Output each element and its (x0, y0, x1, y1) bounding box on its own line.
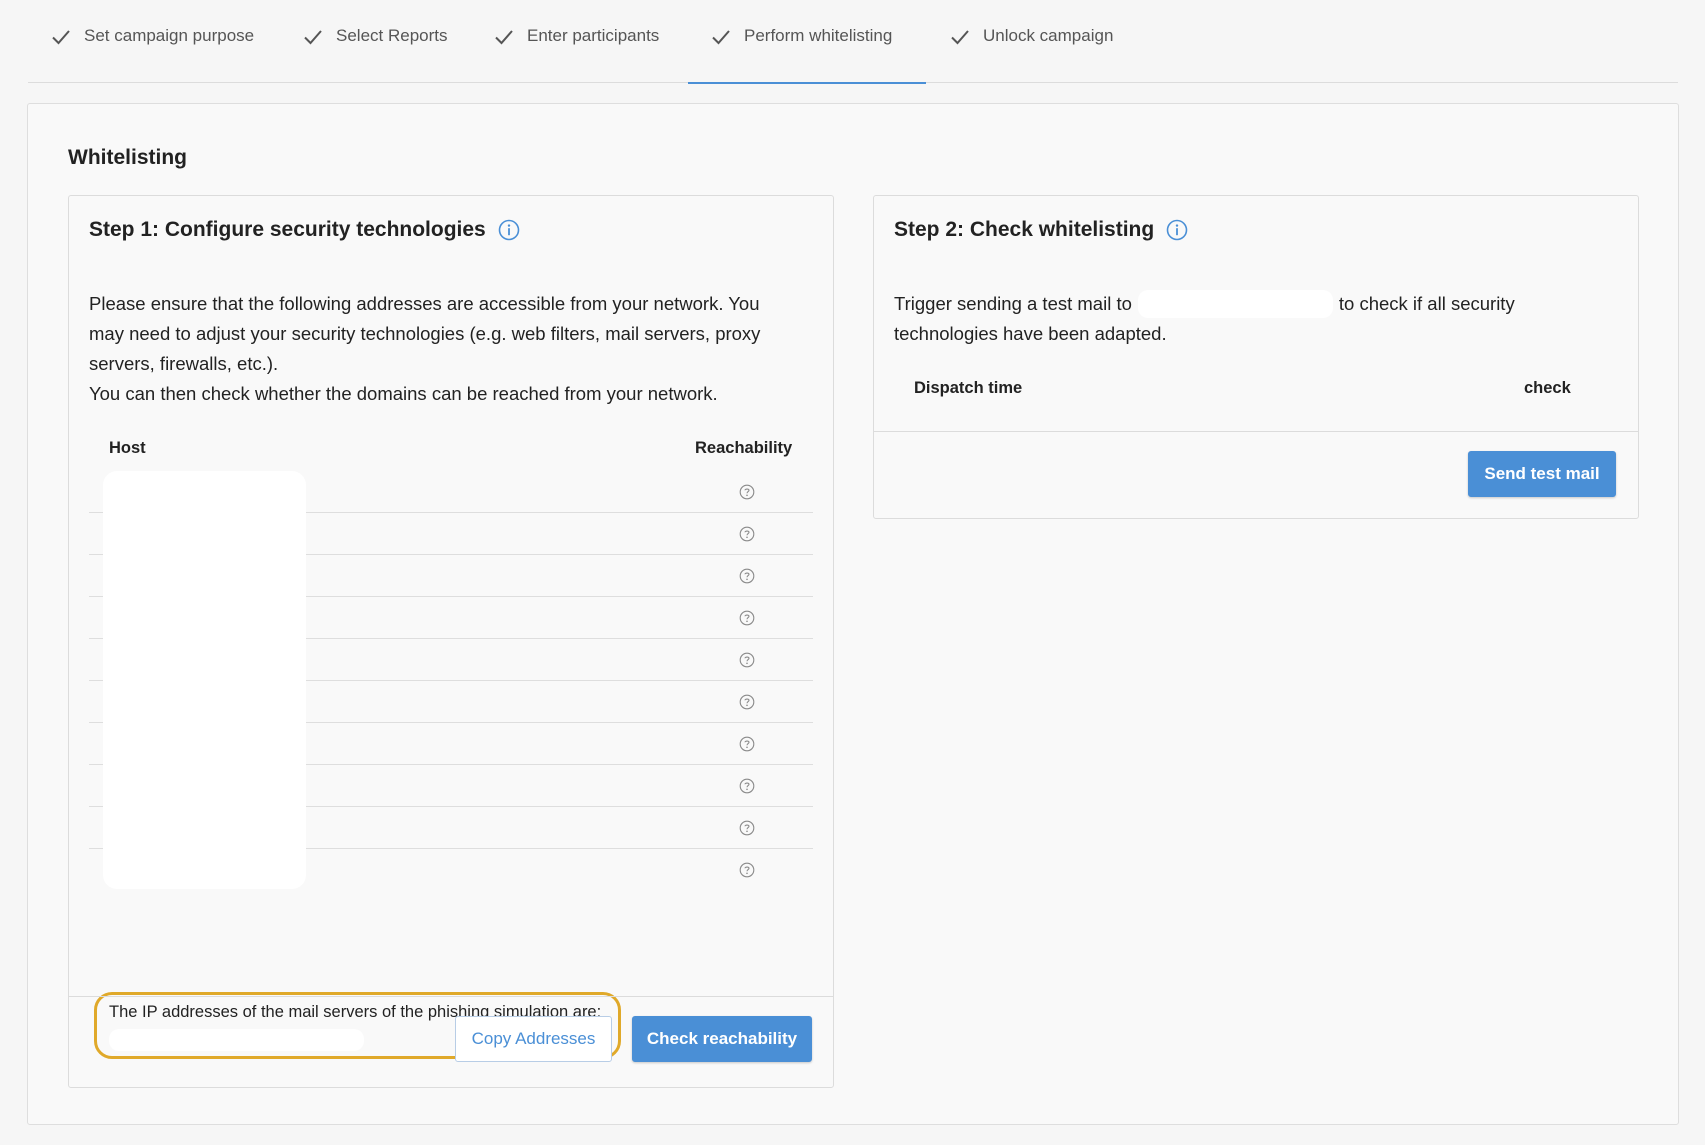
question-circle-icon (739, 778, 755, 794)
description-line: may need to adjust your security technol… (89, 323, 761, 344)
stepper: Set campaign purpose Select Reports Ente… (28, 0, 1678, 84)
checkmark-icon (951, 30, 969, 45)
redacted-ip-addresses (109, 1029, 364, 1051)
question-circle-icon (739, 568, 755, 584)
checkmark-icon (52, 30, 70, 45)
dispatch-time-column-header: Dispatch time (914, 379, 1023, 397)
reachability-column-header: Reachability (695, 439, 793, 457)
question-circle-icon (739, 862, 755, 878)
redacted-email-address (1137, 290, 1333, 318)
step1-title: Step 1: Configure security technologies (89, 218, 520, 242)
step-enter-participants[interactable]: Enter participants (493, 0, 659, 83)
step2-card: Step 2: Check whitelisting Trigger sendi… (873, 195, 1639, 519)
host-column-header: Host (109, 439, 146, 457)
question-circle-icon (739, 736, 755, 752)
whitelisting-panel: Whitelisting Step 1: Configure security … (27, 103, 1679, 1125)
step-select-reports[interactable]: Select Reports (302, 0, 448, 83)
card-footer-divider (874, 431, 1638, 432)
check-reachability-button[interactable]: Check reachability (632, 1016, 812, 1062)
description-line: technologies have been adapted. (894, 323, 1167, 344)
step-label: Perform whitelisting (744, 26, 893, 45)
card-footer-divider (69, 996, 833, 997)
question-circle-icon (739, 526, 755, 542)
check-column-header: check (1524, 379, 1571, 397)
step-unlock-campaign[interactable]: Unlock campaign (949, 0, 1113, 83)
redacted-host-list (103, 471, 306, 889)
description-line: Trigger sending a test mail to to check … (894, 289, 1515, 319)
checkmark-icon (495, 30, 513, 45)
step2-title-text: Step 2: Check whitelisting (894, 218, 1155, 241)
description-text: to check if all security (1338, 293, 1515, 314)
description-line: You can then check whether the domains c… (89, 383, 718, 404)
question-circle-icon (739, 484, 755, 500)
question-circle-icon (739, 694, 755, 710)
description-line: servers, firewalls, etc.). (89, 353, 279, 374)
step-label: Enter participants (527, 26, 660, 45)
info-icon[interactable] (498, 219, 520, 241)
step2-description: Trigger sending a test mail to to check … (894, 289, 1515, 349)
step1-card: Step 1: Configure security technologies … (68, 195, 834, 1088)
step-label: Select Reports (336, 26, 448, 45)
step-label: Unlock campaign (983, 26, 1114, 45)
step-set-campaign-purpose[interactable]: Set campaign purpose (50, 0, 254, 83)
question-circle-icon (739, 820, 755, 836)
checkmark-icon (304, 30, 322, 45)
step2-title: Step 2: Check whitelisting (894, 218, 1188, 242)
send-test-mail-button[interactable]: Send test mail (1468, 451, 1616, 497)
description-line: Please ensure that the following address… (89, 293, 760, 314)
step-perform-whitelisting[interactable]: Perform whitelisting (688, 0, 926, 84)
checkmark-icon (712, 30, 730, 45)
step-label: Set campaign purpose (84, 26, 255, 45)
info-icon[interactable] (1166, 219, 1188, 241)
description-text: Trigger sending a test mail to (894, 293, 1132, 314)
copy-addresses-button[interactable]: Copy Addresses (455, 1016, 612, 1062)
question-circle-icon (739, 652, 755, 668)
question-circle-icon (739, 610, 755, 626)
step1-description: Please ensure that the following address… (89, 289, 760, 409)
page-title: Whitelisting (68, 146, 187, 169)
step1-title-text: Step 1: Configure security technologies (89, 218, 486, 241)
